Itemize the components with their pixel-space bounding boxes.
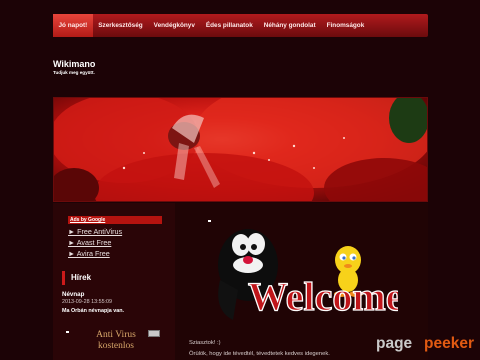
watermark-page-text: page (376, 335, 413, 352)
nav-item-jo-napot[interactable]: Jó napot! (53, 14, 93, 37)
main-nav: Jó napot! Szerkesztőség Vendégkönyv Édes… (53, 14, 428, 37)
news-heading: Hírek (62, 271, 162, 285)
decorative-dot (66, 331, 69, 333)
nav-item-vendegkonyv[interactable]: Vendégkönyv (148, 14, 200, 37)
flower-illustration (54, 98, 427, 201)
nav-item-edes-pillanatok[interactable]: Édes pillanatok (200, 14, 258, 37)
welcome-image: Welcome (218, 229, 398, 320)
site-subtitle: Tudjuk meg együtt. (53, 70, 95, 75)
ad-link-avast-free[interactable]: ► Avast Free (68, 238, 111, 247)
site-title[interactable]: Wikimano (53, 59, 95, 69)
header-banner-image (53, 97, 428, 202)
welcome-message: Örülök, hogy ide tévedtél, tévedtetek ke… (189, 351, 330, 357)
nav-item-nehany-gondolat[interactable]: Néhány gondolat (258, 14, 321, 37)
ad-close-icon[interactable] (148, 330, 160, 337)
antivirus-ad-text[interactable]: Anti Virus kostenlos (86, 330, 146, 352)
nav-item-szerkesztoseg[interactable]: Szerkesztőség (93, 14, 148, 37)
greeting-line: Sziasztok! :) (189, 340, 221, 346)
nameday-date: 2013-09-28 13:55:09 (62, 299, 113, 305)
ads-by-google-heading[interactable]: Ads by Google (68, 216, 162, 224)
ad-link-avira-free[interactable]: ► Avira Free (68, 249, 110, 258)
nameday-title: Névnap (62, 291, 85, 298)
ad-link-free-antivirus[interactable]: ► Free AntiVirus (68, 227, 122, 236)
nav-item-finomsagok[interactable]: Finomságok (321, 14, 370, 37)
pagepeeker-watermark: page peeker (376, 335, 474, 355)
watermark-peeker-text: peeker (424, 335, 474, 352)
nameday-text: Ma Orbán névnapja van. (62, 308, 125, 314)
page: Jó napot! Szerkesztőség Vendégkönyv Édes… (0, 0, 480, 360)
welcome-text: Welcome (248, 274, 398, 319)
